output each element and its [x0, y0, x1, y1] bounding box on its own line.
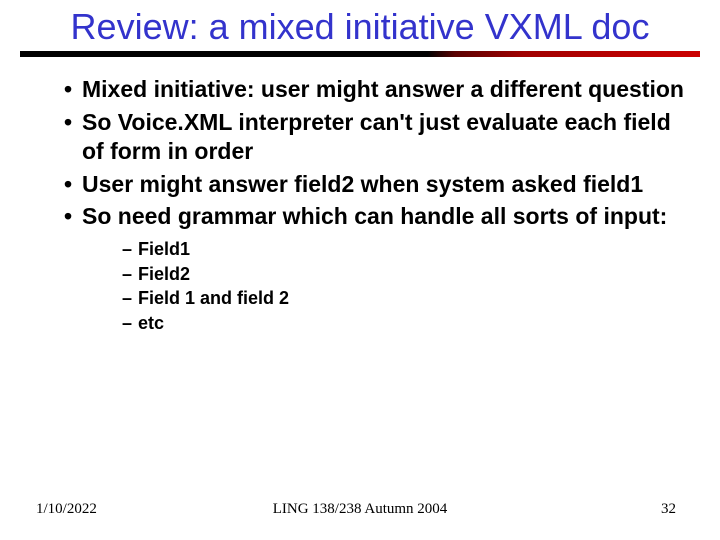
sub-bullet-item: etc — [122, 311, 684, 336]
slide-footer: 1/10/2022 LING 138/238 Autumn 2004 32 — [0, 501, 720, 518]
bullet-text: Mixed initiative: user might answer a di… — [82, 76, 684, 102]
bullet-item: So need grammar which can handle all sor… — [64, 200, 684, 337]
sub-bullet-text: Field2 — [138, 264, 190, 284]
title-underline — [20, 51, 700, 59]
footer-course: LING 138/238 Autumn 2004 — [0, 501, 720, 518]
bullet-list: Mixed initiative: user might answer a di… — [36, 73, 684, 337]
sub-bullet-list: Field1 Field2 Field 1 and field 2 etc — [82, 237, 684, 335]
bullet-text: So need grammar which can handle all sor… — [82, 203, 667, 229]
sub-bullet-text: etc — [138, 313, 164, 333]
slide-body: Mixed initiative: user might answer a di… — [0, 73, 720, 337]
slide-title: Review: a mixed initiative VXML doc — [0, 0, 720, 47]
bullet-text: User might answer field2 when system ask… — [82, 171, 643, 197]
sub-bullet-item: Field 1 and field 2 — [122, 286, 684, 311]
sub-bullet-item: Field2 — [122, 262, 684, 287]
underline-red — [428, 51, 700, 57]
bullet-item: User might answer field2 when system ask… — [64, 168, 684, 201]
bullet-item: Mixed initiative: user might answer a di… — [64, 73, 684, 106]
bullet-item: So Voice.XML interpreter can't just eval… — [64, 106, 684, 168]
sub-bullet-item: Field1 — [122, 237, 684, 262]
bullet-text: So Voice.XML interpreter can't just eval… — [82, 109, 671, 164]
slide: Review: a mixed initiative VXML doc Mixe… — [0, 0, 720, 540]
sub-bullet-text: Field1 — [138, 239, 190, 259]
sub-bullet-text: Field 1 and field 2 — [138, 288, 289, 308]
